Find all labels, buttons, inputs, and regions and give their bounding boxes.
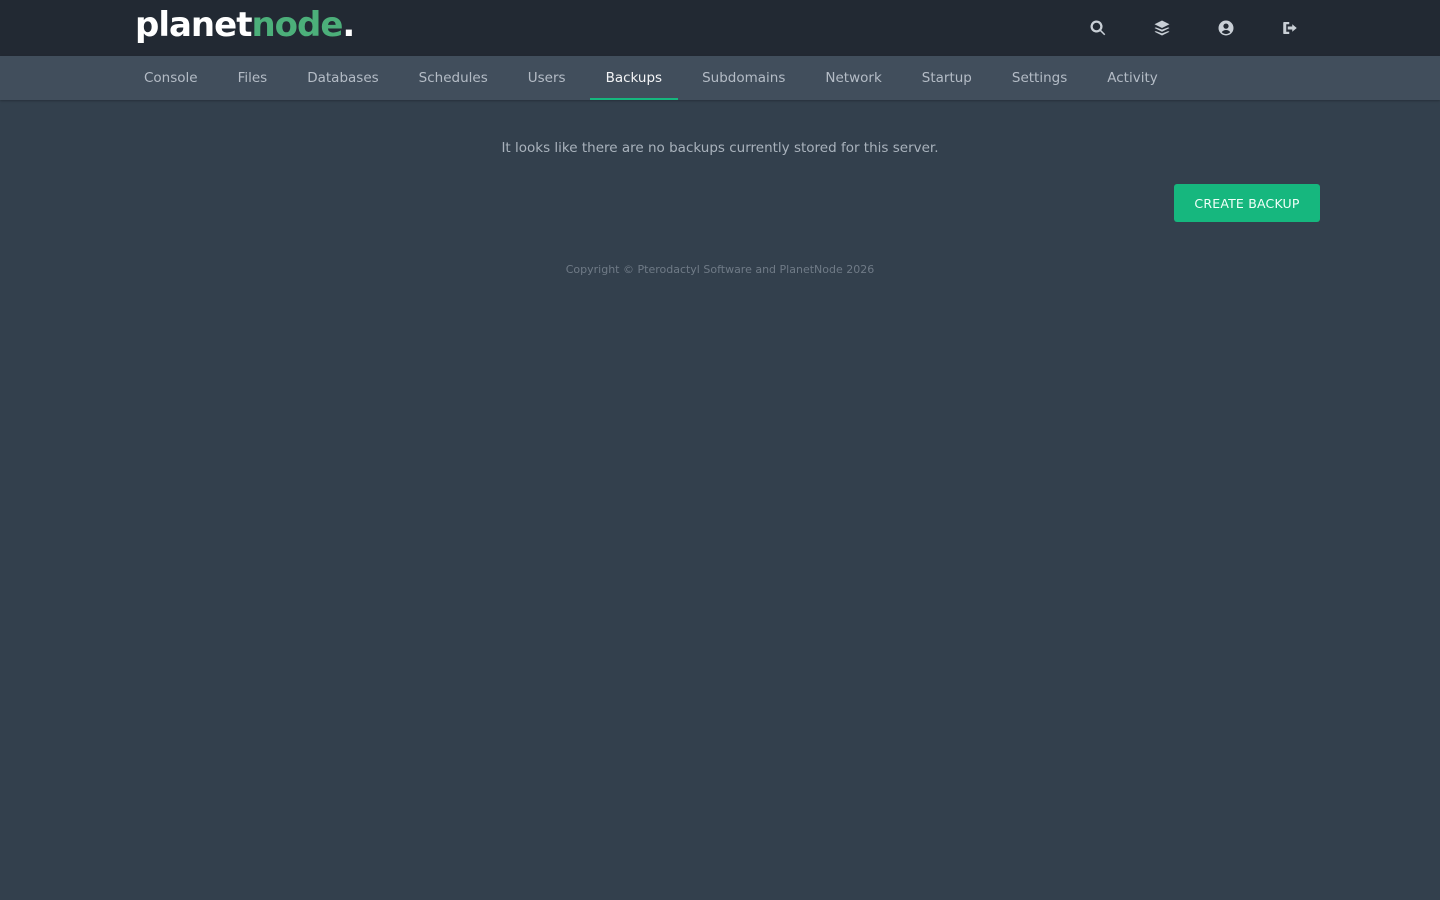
- sign-out-icon: [1283, 22, 1297, 34]
- tab-files[interactable]: Files: [222, 56, 284, 100]
- tab-startup[interactable]: Startup: [906, 56, 988, 100]
- tab-console[interactable]: Console: [128, 56, 214, 100]
- layers-icon: [1154, 20, 1170, 36]
- tab-users[interactable]: Users: [512, 56, 582, 100]
- user-circle-icon: [1218, 20, 1234, 36]
- top-icon-group: [1084, 14, 1304, 42]
- server-subnav: Console Files Databases Schedules Users …: [0, 56, 1440, 100]
- tab-settings[interactable]: Settings: [996, 56, 1083, 100]
- copyright-footer: Copyright © Pterodactyl Software and Pla…: [565, 263, 875, 276]
- search-icon: [1090, 20, 1106, 36]
- tab-databases[interactable]: Databases: [291, 56, 394, 100]
- no-backups-message: It looks like there are no backups curre…: [501, 140, 939, 156]
- search-button[interactable]: [1084, 14, 1112, 42]
- top-navbar: planetnode.: [0, 0, 1440, 56]
- tab-subdomains[interactable]: Subdomains: [686, 56, 801, 100]
- server-tabs: Console Files Databases Schedules Users …: [128, 56, 1182, 100]
- tab-activity[interactable]: Activity: [1091, 56, 1174, 100]
- logo-text-main: planet: [135, 5, 252, 45]
- planetnode-logo[interactable]: planetnode.: [135, 3, 355, 47]
- logo-text-accent: node: [251, 5, 343, 45]
- tab-backups[interactable]: Backups: [589, 56, 679, 100]
- logout-button[interactable]: [1276, 14, 1304, 42]
- account-button[interactable]: [1212, 14, 1240, 42]
- tab-network[interactable]: Network: [809, 56, 897, 100]
- tab-schedules[interactable]: Schedules: [403, 56, 504, 100]
- logo-text-dot: .: [342, 5, 355, 45]
- create-backup-button[interactable]: CREATE BACKUP: [1174, 184, 1320, 222]
- servers-button[interactable]: [1148, 14, 1176, 42]
